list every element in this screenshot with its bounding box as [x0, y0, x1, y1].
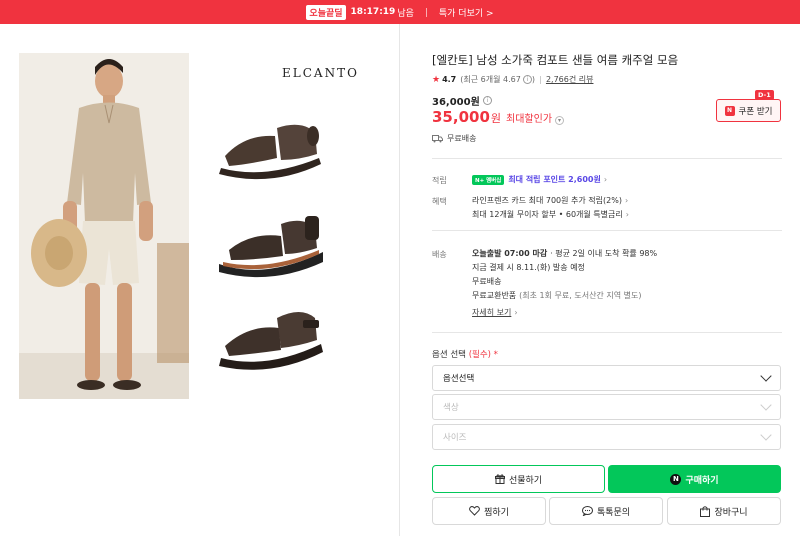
wishlist-button-label: 찜하기 — [484, 507, 509, 518]
npay-icon: N — [670, 473, 682, 485]
original-price: 36,000원 i — [432, 93, 492, 108]
card-benefit-row[interactable]: 라인프렌즈 카드 최대 700원 추가 적립(2%) › — [472, 195, 628, 206]
talktalk-button-label: 톡톡문의 — [596, 507, 631, 518]
divider-2 — [432, 230, 782, 231]
today-deal-logo: 오늘끝딜 — [306, 4, 346, 20]
today-shipping-row: 오늘출발 07:00 마감 · 평균 2일 이내 도착 확률 98% — [472, 248, 657, 259]
info-icon[interactable]: i — [522, 75, 532, 84]
sandal-image-2 — [219, 216, 323, 278]
delivery-label: 배송 — [432, 250, 447, 259]
sandal-image-1 — [219, 124, 321, 180]
review-count-link[interactable]: 2,766건 리뷰 — [546, 74, 594, 85]
sandal-thumbnail-3[interactable] — [215, 294, 327, 377]
option-required-mark: (필수) * — [468, 350, 498, 360]
sale-price-unit: 원 — [490, 112, 502, 125]
rating-detail-end: ) — [531, 75, 535, 84]
free-exchange-row: 무료교환반품 (최초 1회 무료, 도서산간 지역 별도) — [472, 290, 641, 301]
chevron-down-icon — [760, 429, 772, 441]
gift-icon — [494, 474, 505, 484]
buy-button-label: 구매하기 — [685, 475, 719, 486]
points-row[interactable]: N+ 멤버십 최대 적립 포인트 2,600원 › — [472, 174, 607, 185]
price-info-icon[interactable]: i — [482, 96, 492, 105]
heart-icon — [469, 506, 480, 516]
gift-button[interactable]: 선물하기 — [432, 465, 605, 493]
rating-score: 4.7 — [442, 75, 457, 84]
pay-now-row: 지금 결제 시 8.11.(화) 발송 예정 — [472, 263, 585, 272]
points-text: 최대 적립 포인트 2,600원 — [508, 175, 601, 184]
chevron-right-icon: › — [624, 196, 629, 205]
wishlist-button[interactable]: 찜하기 — [432, 497, 546, 525]
banner-divider — [425, 7, 427, 17]
shopping-bag-icon — [700, 505, 711, 517]
rating-divider — [539, 75, 541, 84]
product-title: [엘칸토] 남성 소가죽 컴포트 샌들 여름 캐주얼 모음 — [432, 53, 679, 67]
chevron-right-icon: › — [603, 175, 608, 184]
coupon-button[interactable]: N 쿠폰 받기 — [716, 99, 781, 122]
option-select-value: 옵션선택 — [443, 374, 475, 384]
shipping-summary: 무료배송 — [432, 133, 476, 144]
chevron-down-icon — [760, 370, 772, 382]
option-label-text: 옵션 선택 — [432, 350, 466, 360]
countdown-timer: 18:17:19 — [350, 7, 396, 17]
buy-button[interactable]: N 구매하기 — [608, 465, 781, 493]
chevron-down-icon — [760, 399, 772, 411]
sandal-image-3 — [219, 312, 323, 370]
option-select-dropdown[interactable]: 옵션선택 — [432, 365, 781, 391]
free-exchange-detail: (최초 1회 무료, 도서산간 지역 별도) — [519, 291, 642, 300]
arrival-probability: · 평균 2일 이내 도착 확률 98% — [550, 249, 658, 258]
truck-icon — [432, 134, 443, 142]
gift-button-label: 선물하기 — [508, 475, 543, 486]
rating-summary: ★ 4.7 (최근 6개월 4.67 i ) 2,766건 리뷰 — [432, 74, 593, 85]
benefit-label: 혜택 — [432, 197, 447, 206]
sale-price-value: 35,000 — [432, 108, 490, 126]
divider-3 — [432, 332, 782, 333]
today-shipping-cutoff: 오늘출발 07:00 마감 — [472, 249, 548, 258]
sale-price: 35,000 원 최대할인가 ▾ — [432, 108, 565, 126]
free-exchange-text: 무료교환반품 — [472, 291, 517, 300]
coupon-button-label: 쿠폰 받기 — [738, 106, 773, 117]
shipping-free-text: 무료배송 — [447, 134, 477, 143]
naver-coupon-icon: N — [724, 105, 735, 116]
delivery-detail-link-row[interactable]: 자세히 보기 › — [472, 307, 518, 318]
color-select-value: 색상 — [443, 403, 459, 413]
brand-logo: ELCANTO — [282, 66, 359, 80]
rating-detail: (최근 6개월 4.67 — [460, 75, 521, 84]
color-select-dropdown[interactable]: 색상 — [432, 394, 781, 420]
option-select-label: 옵션 선택 (필수) * — [432, 348, 498, 360]
max-discount-label[interactable]: 최대할인가 — [506, 110, 552, 125]
talktalk-inquiry-button[interactable]: 톡톡문의 — [549, 497, 663, 525]
card-benefit-text: 라인프렌즈 카드 최대 700원 추가 적립(2%) — [472, 196, 622, 205]
installment-row[interactable]: 최대 12개월 무이자 할부 • 60개월 특별금리 › — [472, 209, 629, 220]
model-photo[interactable] — [19, 53, 189, 399]
more-deals-link[interactable]: 특가 더보기 > — [439, 6, 494, 19]
sandal-thumbnail-1[interactable] — [215, 106, 327, 189]
product-gallery: ELCANTO — [0, 24, 400, 536]
chat-bubble-icon — [581, 506, 593, 516]
chevron-down-icon[interactable]: ▾ — [555, 116, 565, 125]
free-shipping-row: 무료배송 — [472, 277, 502, 286]
npay-membership-badge: N+ 멤버십 — [472, 174, 505, 185]
cart-button[interactable]: 장바구니 — [667, 497, 781, 525]
chevron-right-icon: › — [625, 210, 629, 219]
delivery-detail-link[interactable]: 자세히 보기 — [472, 307, 511, 318]
sandal-thumbnail-2[interactable] — [215, 202, 327, 285]
size-select-value: 사이즈 — [443, 433, 467, 443]
countdown-suffix: 남음 — [397, 8, 414, 19]
divider-1 — [432, 158, 782, 159]
original-price-value: 36,000원 — [432, 97, 480, 108]
top-deal-banner: 오늘끝딜 18:17:19 남음 특가 더보기 > — [0, 0, 800, 24]
installment-text: 최대 12개월 무이자 할부 • 60개월 특별금리 — [472, 210, 623, 219]
points-label: 적립 — [432, 176, 447, 185]
size-select-dropdown[interactable]: 사이즈 — [432, 424, 781, 450]
chevron-right-icon: › — [514, 308, 518, 317]
star-icon: ★ — [432, 74, 441, 85]
cart-button-label: 장바구니 — [714, 507, 748, 518]
model-illustration — [19, 53, 189, 399]
